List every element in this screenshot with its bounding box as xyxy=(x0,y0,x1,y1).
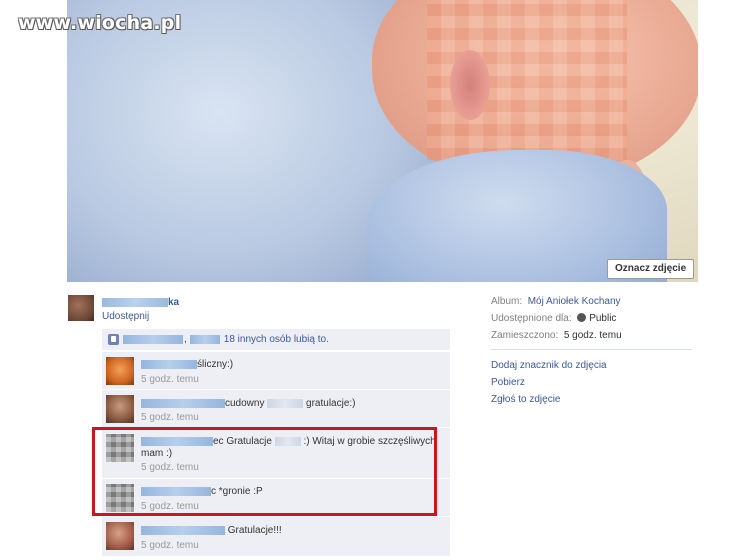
uploader-avatar[interactable] xyxy=(68,295,94,321)
redacted-name[interactable] xyxy=(141,359,197,369)
comment-time[interactable]: 5 godz. temu xyxy=(141,540,199,551)
redacted-name[interactable] xyxy=(141,436,213,446)
comment-time[interactable]: 5 godz. temu xyxy=(141,412,199,423)
commenter-avatar[interactable] xyxy=(106,395,134,423)
likes-bar: , 18 innych osób lubią to. xyxy=(102,329,450,350)
comment: c *gronie :P 5 godz. temu xyxy=(102,478,450,516)
redacted-name[interactable] xyxy=(123,335,183,344)
commenter-avatar[interactable] xyxy=(106,434,134,462)
album-link[interactable]: Mój Aniołek Kochany xyxy=(528,296,621,307)
comment: Gratulacje!!! 5 godz. temu xyxy=(102,516,450,556)
uploader-name[interactable]: ka xyxy=(102,296,179,308)
share-link[interactable]: Udostępnij xyxy=(102,311,149,322)
commenter-avatar[interactable] xyxy=(106,522,134,550)
comment-time[interactable]: 5 godz. temu xyxy=(141,501,199,512)
posted-info: Zamieszczono: 5 godz. temu xyxy=(491,330,622,341)
likes-text[interactable]: 18 innych osób lubią to. xyxy=(224,334,329,345)
redacted-text xyxy=(267,398,304,408)
privacy-info: Udostępnione dla: Public xyxy=(491,313,617,324)
redacted-name[interactable] xyxy=(141,525,225,535)
redacted-name[interactable] xyxy=(141,398,225,408)
watermark: www.wiocha.pl xyxy=(18,12,182,34)
like-thumb-icon xyxy=(108,334,119,345)
report-photo-link[interactable]: Zgłoś to zdjęcie xyxy=(491,394,560,405)
redacted-name[interactable] xyxy=(189,335,220,344)
globe-icon xyxy=(577,313,587,322)
tag-photo-button[interactable]: Oznacz zdjęcie xyxy=(607,259,695,279)
redacted-text xyxy=(274,436,301,446)
comment-time[interactable]: 5 godz. temu xyxy=(141,462,199,473)
comment-time[interactable]: 5 godz. temu xyxy=(141,374,199,385)
redacted-name xyxy=(102,297,168,307)
photo[interactable] xyxy=(67,0,698,282)
divider xyxy=(491,349,692,350)
comment: cudowny gratulacje:) 5 godz. temu xyxy=(102,389,450,427)
commenter-avatar[interactable] xyxy=(106,484,134,512)
comment: śliczny:) 5 godz. temu xyxy=(102,351,450,389)
comment: ec Gratulacje :) Witaj w grobie szczęśli… xyxy=(102,427,450,478)
download-link[interactable]: Pobierz xyxy=(491,377,525,388)
redacted-name[interactable] xyxy=(141,486,211,496)
add-tag-link[interactable]: Dodaj znacznik do zdjęcia xyxy=(491,360,607,371)
commenter-avatar[interactable] xyxy=(106,357,134,385)
album-info: Album: Mój Aniołek Kochany xyxy=(491,296,621,307)
